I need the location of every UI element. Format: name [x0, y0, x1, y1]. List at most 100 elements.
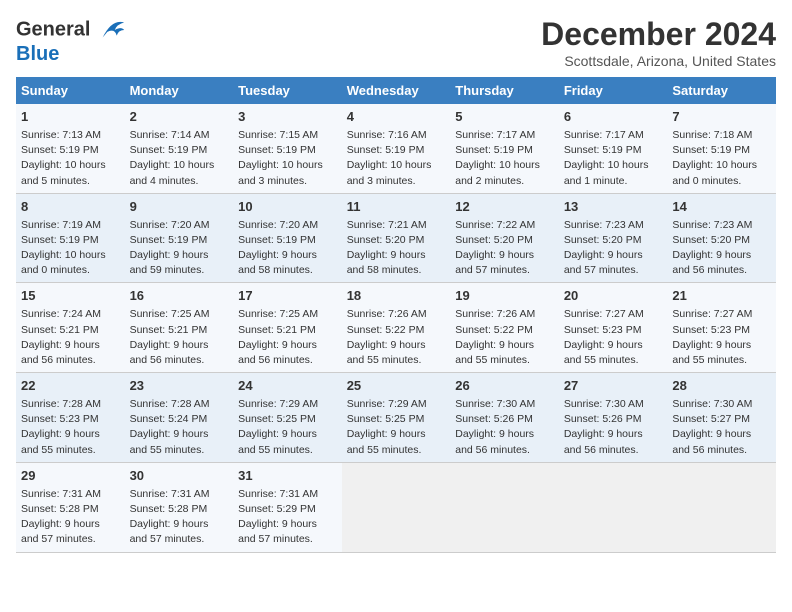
day-number: 7 — [672, 108, 771, 127]
daylight-text: Daylight: 9 hours and 59 minutes. — [130, 249, 209, 276]
daylight-text: Daylight: 9 hours and 56 minutes. — [564, 428, 643, 455]
col-tuesday: Tuesday — [233, 77, 342, 104]
daylight-text: Daylight: 9 hours and 57 minutes. — [455, 249, 534, 276]
table-row: 4Sunrise: 7:16 AMSunset: 5:19 PMDaylight… — [342, 104, 451, 193]
table-row: 3Sunrise: 7:15 AMSunset: 5:19 PMDaylight… — [233, 104, 342, 193]
daylight-text: Daylight: 10 hours and 0 minutes. — [21, 249, 106, 276]
sunrise-text: Sunrise: 7:27 AM — [672, 308, 752, 320]
page-header: General Blue December 2024 Scottsdale, A… — [16, 16, 776, 69]
sunset-text: Sunset: 5:20 PM — [347, 234, 425, 246]
daylight-text: Daylight: 10 hours and 3 minutes. — [347, 159, 432, 186]
table-row: 12Sunrise: 7:22 AMSunset: 5:20 PMDayligh… — [450, 193, 559, 283]
col-saturday: Saturday — [667, 77, 776, 104]
sunset-text: Sunset: 5:21 PM — [238, 324, 316, 336]
day-number: 8 — [21, 198, 120, 217]
sunset-text: Sunset: 5:28 PM — [21, 503, 99, 515]
sunrise-text: Sunrise: 7:23 AM — [564, 219, 644, 231]
table-row: 1Sunrise: 7:13 AMSunset: 5:19 PMDaylight… — [16, 104, 125, 193]
calendar-header-row: Sunday Monday Tuesday Wednesday Thursday… — [16, 77, 776, 104]
day-number: 19 — [455, 287, 554, 306]
logo-bird-icon — [98, 16, 126, 44]
sunset-text: Sunset: 5:27 PM — [672, 413, 750, 425]
table-row: 18Sunrise: 7:26 AMSunset: 5:22 PMDayligh… — [342, 283, 451, 373]
day-number: 11 — [347, 198, 446, 217]
daylight-text: Daylight: 9 hours and 56 minutes. — [21, 339, 100, 366]
calendar-week-row: 29 Sunrise: 7:31 AM Sunset: 5:28 PM Dayligh… — [16, 462, 776, 552]
sunset-text: Sunset: 5:19 PM — [238, 144, 316, 156]
daylight-text: Daylight: 9 hours and 58 minutes. — [238, 249, 317, 276]
sunset-text: Sunset: 5:20 PM — [672, 234, 750, 246]
table-row: 10Sunrise: 7:20 AMSunset: 5:19 PMDayligh… — [233, 193, 342, 283]
table-row: 27Sunrise: 7:30 AMSunset: 5:26 PMDayligh… — [559, 373, 668, 463]
daylight-text: Daylight: 9 hours and 57 minutes. — [564, 249, 643, 276]
daylight-text: Daylight: 9 hours and 58 minutes. — [347, 249, 426, 276]
sunrise-text: Sunrise: 7:31 AM — [130, 488, 210, 500]
sunset-text: Sunset: 5:19 PM — [21, 144, 99, 156]
daylight-text: Daylight: 10 hours and 0 minutes. — [672, 159, 757, 186]
day-number: 2 — [130, 108, 229, 127]
sunrise-text: Sunrise: 7:25 AM — [238, 308, 318, 320]
table-row: 15Sunrise: 7:24 AMSunset: 5:21 PMDayligh… — [16, 283, 125, 373]
table-row: 14Sunrise: 7:23 AMSunset: 5:20 PMDayligh… — [667, 193, 776, 283]
daylight-text: Daylight: 9 hours and 57 minutes. — [130, 518, 209, 545]
calendar-week-row: 8 Sunrise: 7:19 AM Sunset: 5:19 PM Daylight… — [16, 193, 776, 283]
table-row — [450, 462, 559, 552]
day-number: 29 — [21, 467, 120, 486]
month-title: December 2024 — [541, 16, 776, 53]
sunrise-text: Sunrise: 7:28 AM — [130, 398, 210, 410]
table-row: 25Sunrise: 7:29 AMSunset: 5:25 PMDayligh… — [342, 373, 451, 463]
sunrise-text: Sunrise: 7:20 AM — [130, 219, 210, 231]
daylight-text: Daylight: 9 hours and 56 minutes. — [130, 339, 209, 366]
table-row: 2Sunrise: 7:14 AMSunset: 5:19 PMDaylight… — [125, 104, 234, 193]
sunrise-text: Sunrise: 7:26 AM — [455, 308, 535, 320]
day-number: 28 — [672, 377, 771, 396]
table-row: 26Sunrise: 7:30 AMSunset: 5:26 PMDayligh… — [450, 373, 559, 463]
day-number: 4 — [347, 108, 446, 127]
sunset-text: Sunset: 5:19 PM — [347, 144, 425, 156]
table-row: 31Sunrise: 7:31 AMSunset: 5:29 PMDayligh… — [233, 462, 342, 552]
sunrise-text: Sunrise: 7:31 AM — [238, 488, 318, 500]
sunrise-text: Sunrise: 7:14 AM — [130, 129, 210, 141]
table-row — [667, 462, 776, 552]
sunrise-text: Sunrise: 7:24 AM — [21, 308, 101, 320]
sunset-text: Sunset: 5:29 PM — [238, 503, 316, 515]
sunset-text: Sunset: 5:24 PM — [130, 413, 208, 425]
logo: General Blue — [16, 16, 126, 64]
title-block: December 2024 Scottsdale, Arizona, Unite… — [541, 16, 776, 69]
table-row: 8Sunrise: 7:19 AMSunset: 5:19 PMDaylight… — [16, 193, 125, 283]
sunrise-text: Sunrise: 7:30 AM — [672, 398, 752, 410]
table-row: 5Sunrise: 7:17 AMSunset: 5:19 PMDaylight… — [450, 104, 559, 193]
day-number: 9 — [130, 198, 229, 217]
daylight-text: Daylight: 9 hours and 55 minutes. — [347, 428, 426, 455]
sunset-text: Sunset: 5:23 PM — [21, 413, 99, 425]
day-number: 3 — [238, 108, 337, 127]
daylight-text: Daylight: 9 hours and 55 minutes. — [347, 339, 426, 366]
day-number: 16 — [130, 287, 229, 306]
sunrise-text: Sunrise: 7:19 AM — [21, 219, 101, 231]
sunset-text: Sunset: 5:22 PM — [455, 324, 533, 336]
sunrise-text: Sunrise: 7:17 AM — [455, 129, 535, 141]
col-wednesday: Wednesday — [342, 77, 451, 104]
sunrise-text: Sunrise: 7:22 AM — [455, 219, 535, 231]
daylight-text: Daylight: 9 hours and 56 minutes. — [672, 428, 751, 455]
daylight-text: Daylight: 9 hours and 55 minutes. — [130, 428, 209, 455]
sunset-text: Sunset: 5:21 PM — [21, 324, 99, 336]
day-number: 23 — [130, 377, 229, 396]
daylight-text: Daylight: 9 hours and 57 minutes. — [21, 518, 100, 545]
sunrise-text: Sunrise: 7:20 AM — [238, 219, 318, 231]
logo-general: General — [16, 18, 90, 40]
table-row: 13Sunrise: 7:23 AMSunset: 5:20 PMDayligh… — [559, 193, 668, 283]
col-friday: Friday — [559, 77, 668, 104]
sunset-text: Sunset: 5:28 PM — [130, 503, 208, 515]
calendar-week-row: 1Sunrise: 7:13 AMSunset: 5:19 PMDaylight… — [16, 104, 776, 193]
daylight-text: Daylight: 9 hours and 57 minutes. — [238, 518, 317, 545]
sunrise-text: Sunrise: 7:13 AM — [21, 129, 101, 141]
sunset-text: Sunset: 5:23 PM — [672, 324, 750, 336]
sunset-text: Sunset: 5:19 PM — [672, 144, 750, 156]
daylight-text: Daylight: 10 hours and 2 minutes. — [455, 159, 540, 186]
daylight-text: Daylight: 9 hours and 56 minutes. — [238, 339, 317, 366]
sunset-text: Sunset: 5:19 PM — [130, 234, 208, 246]
table-row: 9 Sunrise: 7:20 AM Sunset: 5:19 PM Daylight… — [125, 193, 234, 283]
sunrise-text: Sunrise: 7:31 AM — [21, 488, 101, 500]
day-number: 21 — [672, 287, 771, 306]
